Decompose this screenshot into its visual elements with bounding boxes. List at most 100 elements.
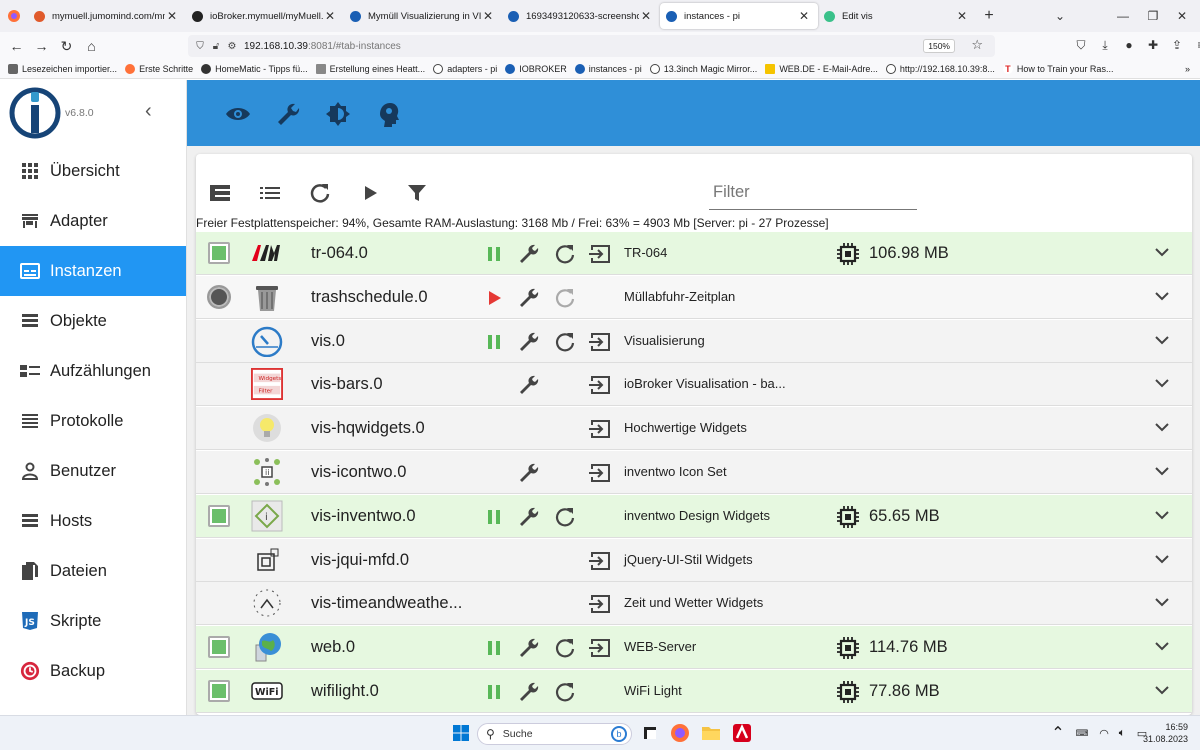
restart-icon[interactable] xyxy=(553,330,577,354)
bookmark-item[interactable]: IOBROKER xyxy=(505,64,567,74)
url-bar[interactable]: ⛉ 🔓︎ ⚙ 192.168.10.39:8081/#tab-instances… xyxy=(188,35,995,57)
new-tab-icon[interactable]: + xyxy=(976,7,1002,25)
sidebar-item-instanzen[interactable]: Instanzen xyxy=(0,246,186,296)
browser-tab[interactable]: mymuell.jumomind.com/mmapp/ap ✕ xyxy=(28,2,186,30)
forward-icon[interactable]: → xyxy=(29,38,54,54)
expert-mode-icon[interactable] xyxy=(374,100,402,128)
open-link-icon[interactable] xyxy=(588,461,612,485)
chevron-down-icon[interactable] xyxy=(1151,679,1173,701)
insecure-lock-icon[interactable]: 🔓︎ xyxy=(208,41,224,52)
sidebar-item-hosts[interactable]: Hosts xyxy=(0,496,186,546)
bookmark-item[interactable]: adapters - pi xyxy=(433,64,497,74)
account-icon[interactable]: ● xyxy=(1120,34,1138,56)
instance-row[interactable]: vis.0 Visualisierung xyxy=(196,319,1192,363)
eye-icon[interactable] xyxy=(224,100,252,128)
pause-icon[interactable] xyxy=(482,330,506,354)
instance-row[interactable]: WiFi wifilight.0 WiFi Light 77.86 MB xyxy=(196,670,1192,713)
browser-tab[interactable]: Edit vis ✕ xyxy=(818,2,976,30)
instance-row[interactable]: ii vis-icontwo.0 inventwo Icon Set xyxy=(196,451,1192,494)
wrench-icon[interactable] xyxy=(517,680,541,704)
tab-close-icon[interactable]: ✕ xyxy=(639,9,653,23)
bookmark-item[interactable]: HomeMatic - Tipps fü... xyxy=(201,64,308,74)
open-link-icon[interactable] xyxy=(588,636,612,660)
restart-icon[interactable] xyxy=(553,680,577,704)
instance-row[interactable]: vis-timeandweathe... Zeit und Wetter Widg… xyxy=(196,582,1192,626)
file-explorer-icon[interactable] xyxy=(699,721,723,745)
chevron-down-icon[interactable] xyxy=(1151,460,1173,482)
instance-row[interactable]: trashschedule.0 Müllabfuhr-Zeitplan xyxy=(196,275,1192,319)
refresh-icon[interactable] xyxy=(309,182,331,204)
instance-row[interactable]: web.0 WEB-Server 114.76 MB xyxy=(196,626,1192,670)
bookmark-item[interactable]: WEB.DE - E-Mail-Adre... xyxy=(765,64,878,74)
restart-icon[interactable] xyxy=(553,505,577,529)
sidebar-item-benutzer[interactable]: Benutzer xyxy=(0,446,186,496)
browser-tab-active[interactable]: instances - pi ✕ xyxy=(660,3,818,29)
pocket-icon[interactable]: ⛉ xyxy=(1072,34,1090,56)
play-icon[interactable] xyxy=(359,182,381,204)
chevron-down-icon[interactable] xyxy=(1151,416,1173,438)
bookmark-item[interactable]: Erstellung eines Heatt... xyxy=(315,64,425,74)
tab-close-icon[interactable]: ✕ xyxy=(323,9,337,23)
chevron-down-icon[interactable] xyxy=(1151,548,1173,570)
downloads-icon[interactable]: ⤓ xyxy=(1096,34,1114,56)
url-text[interactable]: 192.168.10.39:8081/#tab-instances xyxy=(244,41,401,52)
tray-overflow-icon[interactable]: ⌃ xyxy=(1046,721,1070,745)
start-icon[interactable] xyxy=(449,721,473,745)
bookmark-item[interactable]: T How to Train your Ras... xyxy=(1002,64,1113,74)
bookmarks-overflow-icon[interactable]: » xyxy=(1185,64,1190,74)
share-icon[interactable]: ⇪ xyxy=(1168,34,1186,56)
tab-list-icon[interactable]: ⌄ xyxy=(1040,0,1080,32)
wrench-icon[interactable] xyxy=(274,100,302,128)
task-view-icon[interactable] xyxy=(638,721,662,745)
sidebar-item-objekte[interactable]: Objekte xyxy=(0,296,186,346)
browser-tab[interactable]: Mymüll Visualizierung in VIS ✕ xyxy=(344,2,502,30)
bookmark-item[interactable]: Lesezeichen importier... xyxy=(8,64,117,74)
tab-close-icon[interactable]: ✕ xyxy=(165,9,179,23)
bookmark-item[interactable]: instances - pi xyxy=(574,64,642,74)
sidebar-item-backup[interactable]: Backup xyxy=(0,646,186,696)
brightness-icon[interactable] xyxy=(324,100,352,128)
pause-icon[interactable] xyxy=(482,242,506,266)
app-menu-icon[interactable]: ≡ xyxy=(1192,34,1200,56)
bookmark-item[interactable]: 13.3inch Magic Mirror... xyxy=(649,64,757,74)
reload-icon[interactable]: ↻ xyxy=(54,38,79,55)
open-link-icon[interactable] xyxy=(588,592,612,616)
wrench-icon[interactable] xyxy=(517,330,541,354)
instance-row[interactable]: i vis-inventwo.0 inventwo Design Widgets 65… xyxy=(196,494,1192,538)
instance-row[interactable]: vis-hqwidgets.0 Hochwertige Widgets xyxy=(196,407,1192,451)
browser-tab[interactable]: ioBroker.mymuell/myMuell.iob ✕ xyxy=(186,2,344,30)
back-icon[interactable]: ← xyxy=(4,38,29,54)
taskbar-search[interactable]: ⚲ Suche b xyxy=(477,723,632,745)
instance-row[interactable]: tr-064.0 TR-064 106.98 MB xyxy=(196,232,1192,275)
browser-tab[interactable]: 1693493120633-screenshot-20 ✕ xyxy=(502,2,660,30)
extensions-icon[interactable]: ✚ xyxy=(1144,34,1162,56)
play-icon[interactable] xyxy=(482,286,506,310)
permissions-icon[interactable]: ⚙ xyxy=(224,41,240,52)
sidebar-item-protokolle[interactable]: Protokolle xyxy=(0,396,186,446)
sidebar-item-aufzaehlungen[interactable]: Aufzählungen xyxy=(0,346,186,396)
chevron-down-icon[interactable] xyxy=(1151,285,1173,307)
shield-icon[interactable]: ⛉ xyxy=(192,41,208,52)
filter-icon[interactable] xyxy=(406,182,428,204)
sidebar-item-adapter[interactable]: Adapter xyxy=(0,196,186,246)
bookmark-item[interactable]: Erste Schritte xyxy=(125,64,193,74)
firefox-menu-icon[interactable] xyxy=(0,9,28,23)
chevron-down-icon[interactable] xyxy=(1151,329,1173,351)
pause-icon[interactable] xyxy=(482,680,506,704)
language-icon[interactable]: ⌨ xyxy=(1070,721,1094,745)
wrench-icon[interactable] xyxy=(517,636,541,660)
chevron-down-icon[interactable] xyxy=(1151,635,1173,657)
sidebar-item-uebersicht[interactable]: Übersicht xyxy=(0,146,186,196)
pause-icon[interactable] xyxy=(482,505,506,529)
bookmark-star-icon[interactable]: ☆ xyxy=(971,37,983,53)
filter-input[interactable]: Filter xyxy=(709,178,917,210)
collapse-sidebar-icon[interactable]: ‹ xyxy=(145,100,152,123)
sidebar-item-skripte[interactable]: JS Skripte xyxy=(0,596,186,646)
open-link-icon[interactable] xyxy=(588,373,612,397)
open-link-icon[interactable] xyxy=(588,242,612,266)
tab-close-icon[interactable]: ✕ xyxy=(955,9,969,23)
chevron-down-icon[interactable] xyxy=(1151,504,1173,526)
wrench-icon[interactable] xyxy=(517,286,541,310)
restart-icon[interactable] xyxy=(553,242,577,266)
view-list-icon[interactable] xyxy=(259,182,281,204)
